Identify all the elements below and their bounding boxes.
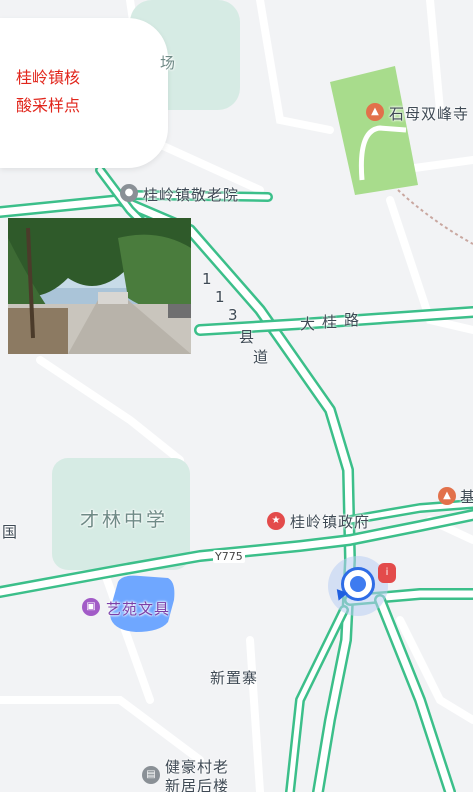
government-label[interactable]: 桂岭镇政府 — [290, 511, 370, 532]
location-pin-icon[interactable]: ● — [120, 184, 138, 202]
nursing-home-label[interactable]: 桂岭镇敬老院 — [143, 184, 239, 205]
temple-label[interactable]: 石母双峰寺 — [389, 103, 469, 124]
road-gui: 桂 — [322, 313, 338, 331]
village-label[interactable]: 新置寨 — [210, 667, 258, 688]
road-lu: 路 — [344, 311, 360, 329]
stationery-label[interactable]: 艺苑文具 — [106, 598, 170, 619]
callout-bubble: 桂岭镇核 酸采样点 — [0, 18, 168, 168]
building-label-line-2: 新居后楼 — [165, 777, 230, 792]
road-char-3: 3 — [228, 306, 238, 324]
shop-icon[interactable]: ▣ — [82, 598, 100, 616]
partial-right-label[interactable]: 基 — [460, 486, 473, 507]
temple-icon-2[interactable]: ▲ — [438, 487, 456, 505]
callout-text: 桂岭镇核 酸采样点 — [16, 64, 126, 120]
poi-marker-icon[interactable]: i — [378, 563, 396, 583]
star-icon[interactable]: ★ — [267, 512, 285, 530]
school-label[interactable]: 才林中学 — [80, 505, 168, 532]
road-y775-label: Y775 — [213, 550, 245, 563]
road-char-5: 道 — [253, 348, 269, 366]
photo-image — [8, 218, 191, 354]
road-char-1: 1 — [202, 270, 212, 288]
building-label-line-1: 健豪村老 — [165, 758, 230, 776]
road-char-4: 县 — [239, 328, 255, 346]
road-char-2: 1 — [215, 288, 225, 306]
partial-edge-label: 国 — [2, 523, 19, 541]
building-icon[interactable]: ▤ — [142, 766, 160, 784]
road-da: 大 — [300, 315, 316, 333]
partial-area-label: 场 — [160, 54, 177, 72]
callout-line-1: 桂岭镇核 — [16, 68, 81, 87]
callout-line-2: 酸采样点 — [16, 96, 81, 115]
user-location-icon[interactable] — [341, 567, 375, 601]
building-label[interactable]: 健豪村老 新居后楼 — [165, 758, 229, 792]
site-photo[interactable] — [8, 218, 191, 354]
map-view[interactable]: 桂岭镇核 酸采样点 场 ● 桂岭镇敬老院 ▲ 石母双峰寺 1 1 3 县 道 大… — [0, 0, 473, 792]
temple-icon[interactable]: ▲ — [366, 103, 384, 121]
